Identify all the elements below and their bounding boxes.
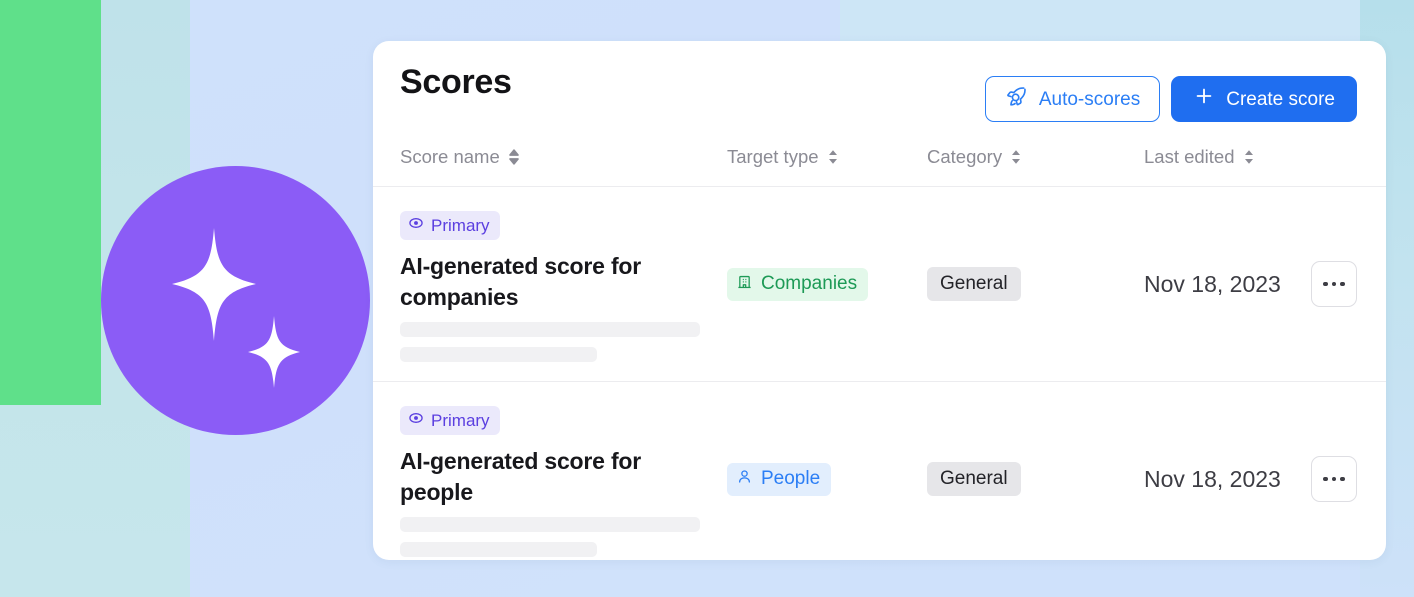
sort-updown-icon [1009,148,1023,166]
plus-icon [1193,85,1215,113]
status-badge: Primary [400,406,500,435]
table-row[interactable]: Primary AI-generated score for people Pe… [373,382,1386,560]
category-chip: General [927,462,1021,496]
cell-score-name: Primary AI-generated score for people [400,406,710,558]
scores-card: Scores Auto-scores Create score Score na… [373,41,1386,560]
ellipsis-icon [1323,476,1345,482]
cell-last-edited: Nov 18, 2023 [1144,465,1281,492]
eye-icon [408,215,424,236]
sparkle-icon [101,166,370,435]
score-name-text: AI-generated score for people [400,448,641,505]
column-header-last-edited[interactable]: Last edited [1144,136,1256,178]
card-header: Scores Auto-scores Create score [373,41,1386,136]
cell-category: General [927,187,1021,381]
skeleton-line [400,542,597,558]
cell-target-type: People [727,382,832,560]
rocket-icon [1005,85,1028,114]
sort-updown-icon [507,148,521,166]
cell-row-menu [1311,187,1357,381]
cell-last-edited: Nov 18, 2023 [1144,270,1281,297]
row-menu-button[interactable] [1311,456,1357,502]
score-name-text: AI-generated score for companies [400,253,641,310]
eye-icon [408,410,424,431]
building-icon [736,273,753,296]
column-header-category[interactable]: Category [927,136,1023,178]
green-decorative-block [0,0,101,405]
create-score-button[interactable]: Create score [1171,76,1357,122]
table-row[interactable]: Primary AI-generated score for companies [373,187,1386,382]
create-score-label: Create score [1226,88,1335,110]
screenshot-stage: Scores Auto-scores Create score Score na… [0,0,1414,597]
badge-label: Primary [431,215,490,235]
target-type-tag-companies: Companies [727,267,869,301]
target-type-label: Companies [761,273,858,294]
auto-scores-label: Auto-scores [1038,88,1141,110]
table-header-row: Score name Target type Category Last edi… [373,136,1386,187]
person-icon [736,468,753,491]
skeleton-line [400,347,597,363]
sort-updown-icon [826,148,840,166]
skeleton-line [400,517,700,533]
cell-score-name: Primary AI-generated score for companies [400,211,710,363]
page-title: Scores [400,63,512,101]
auto-scores-button[interactable]: Auto-scores [984,76,1161,122]
ellipsis-icon [1323,281,1345,287]
column-label: Category [927,146,1003,167]
cell-category: General [927,382,1021,560]
target-type-label: People [761,468,821,489]
category-chip: General [927,267,1021,301]
column-label: Target type [727,146,819,167]
header-actions: Auto-scores Create score [984,76,1357,122]
sort-updown-icon [1242,148,1256,166]
status-badge: Primary [400,211,500,240]
column-header-target-type[interactable]: Target type [727,136,840,178]
cell-target-type: Companies [727,187,869,381]
column-label: Score name [400,146,500,167]
skeleton-line [400,322,700,338]
column-label: Last edited [1144,146,1235,167]
row-menu-button[interactable] [1311,261,1357,307]
badge-label: Primary [431,410,490,430]
cell-row-menu [1311,382,1357,560]
column-header-score-name[interactable]: Score name [400,136,521,178]
target-type-tag-people: People [727,462,832,496]
